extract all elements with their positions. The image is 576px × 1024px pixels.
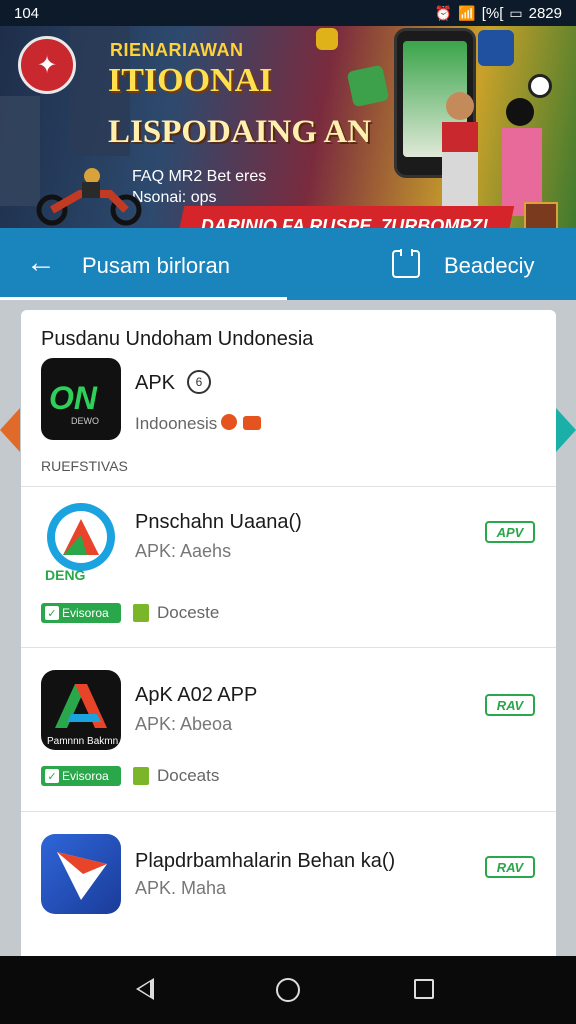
fire-icon [221, 414, 237, 430]
nav-recents-icon[interactable] [414, 979, 434, 999]
nav-back-icon[interactable] [136, 978, 154, 1000]
banner-headline: ITIOONAI [108, 62, 273, 99]
featured-badge-icon: 6 [187, 370, 211, 394]
card-title: Pusdanu Undoham Undonesia [41, 328, 314, 350]
clipboard-icon[interactable] [392, 249, 420, 278]
banner-line-1: RIENARIAWAN [110, 40, 244, 60]
icon-caption: DENG [45, 567, 86, 583]
status-icons: ⏰ 📶 [%[ ▭ 2829 [435, 5, 562, 22]
location-icon [133, 767, 149, 785]
scroll-left-arrow-icon[interactable] [0, 408, 20, 452]
location-label: Doceats [157, 766, 220, 785]
app-subtitle: APK. Maha [135, 878, 227, 898]
check-icon: ✓ [45, 769, 59, 783]
battery-icon: ▭ [509, 4, 523, 21]
featured-app-name[interactable]: APK [135, 372, 175, 395]
app-bar: ← Pusam birloran Beadeciy [0, 228, 576, 300]
banner-ribbon-text: DARINIQ FA RUSPE. 7URBOMPZ! [201, 215, 489, 229]
status-clock: 2829 [528, 4, 562, 22]
emblem-icon: ✦ [18, 36, 76, 94]
flag-icon [243, 416, 261, 430]
banner-headline-2: LISPODAING AN [108, 114, 372, 150]
verified-badge: ✓ Evisoroa [41, 603, 121, 623]
tab-action[interactable]: Beadeciy [444, 253, 535, 279]
app-logo [57, 852, 107, 900]
card-icon [346, 64, 390, 108]
app-subtitle: APK: Aaehs [135, 541, 232, 561]
location-label: Doceste [157, 603, 220, 622]
scroll-right-arrow-icon[interactable] [556, 408, 576, 452]
app-name[interactable]: Plapdrbamhalarin Behan ka() [135, 850, 395, 873]
apk-tag[interactable]: RAV [485, 856, 535, 878]
featured-app-subtitle: Indoonesis [135, 414, 218, 433]
promo-banner[interactable]: ✦ RIENARIAWAN ITIOONAI LISPODAING AN FAQ… [0, 26, 576, 228]
wifi-icon: 📶 [458, 4, 476, 21]
featured-logo-sub: DEWO [71, 416, 99, 426]
people-illustration [442, 92, 542, 216]
tab-title[interactable]: Pusam birloran [82, 253, 230, 279]
verified-label: Evisoroa [62, 769, 109, 783]
nav-home-icon[interactable] [276, 978, 300, 1002]
app-subtitle: APK: Abeoa [135, 714, 233, 734]
back-arrow-icon[interactable]: ← [26, 248, 56, 278]
app-icon [41, 834, 121, 914]
battery-text: [%[ [481, 4, 504, 22]
app-name[interactable]: Pnschahn Uaana() [135, 511, 302, 534]
list-item[interactable]: Pamnnn Bakmn ApK A02 APP APK: Abeoa RAV … [21, 648, 556, 808]
apk-tag[interactable]: RAV [485, 694, 535, 716]
check-icon: ✓ [45, 606, 59, 620]
section-label: RUEFSTIVAS [41, 458, 128, 474]
app-list-card: Pusdanu Undoham Undonesia ON DEWO APK 6 … [21, 310, 556, 956]
location-icon [133, 604, 149, 622]
status-bar: 104 ⏰ 📶 [%[ ▭ 2829 [0, 0, 576, 26]
app-name[interactable]: ApK A02 APP [135, 684, 257, 707]
icon-caption: Pamnnn Bakmn [47, 736, 119, 747]
verified-badge: ✓ Evisoroa [41, 766, 121, 786]
list-item[interactable]: Plapdrbamhalarin Behan ka() APK. Maha RA… [21, 812, 556, 956]
coin-icon [316, 28, 338, 50]
banner-caption-1: FAQ MR2 Bet eres [132, 168, 267, 185]
list-item[interactable]: DENG Pnschahn Uaana() APK: Aaehs APV ✓ Ev… [21, 487, 556, 647]
apk-tag[interactable]: APV [485, 521, 535, 543]
motorbike-illustration [36, 168, 142, 226]
featured-logo-text: ON [49, 380, 97, 416]
alarm-icon: ⏰ [434, 4, 453, 21]
navigation-bar [0, 956, 576, 1024]
badge-icon [524, 202, 558, 228]
status-time: 104 [14, 4, 40, 22]
verified-label: Evisoroa [62, 606, 109, 620]
featured-app-icon[interactable]: ON DEWO [41, 358, 121, 440]
card-icon [478, 30, 514, 66]
banner-ribbon: DARINIQ FA RUSPE. 7URBOMPZ! [175, 206, 515, 229]
